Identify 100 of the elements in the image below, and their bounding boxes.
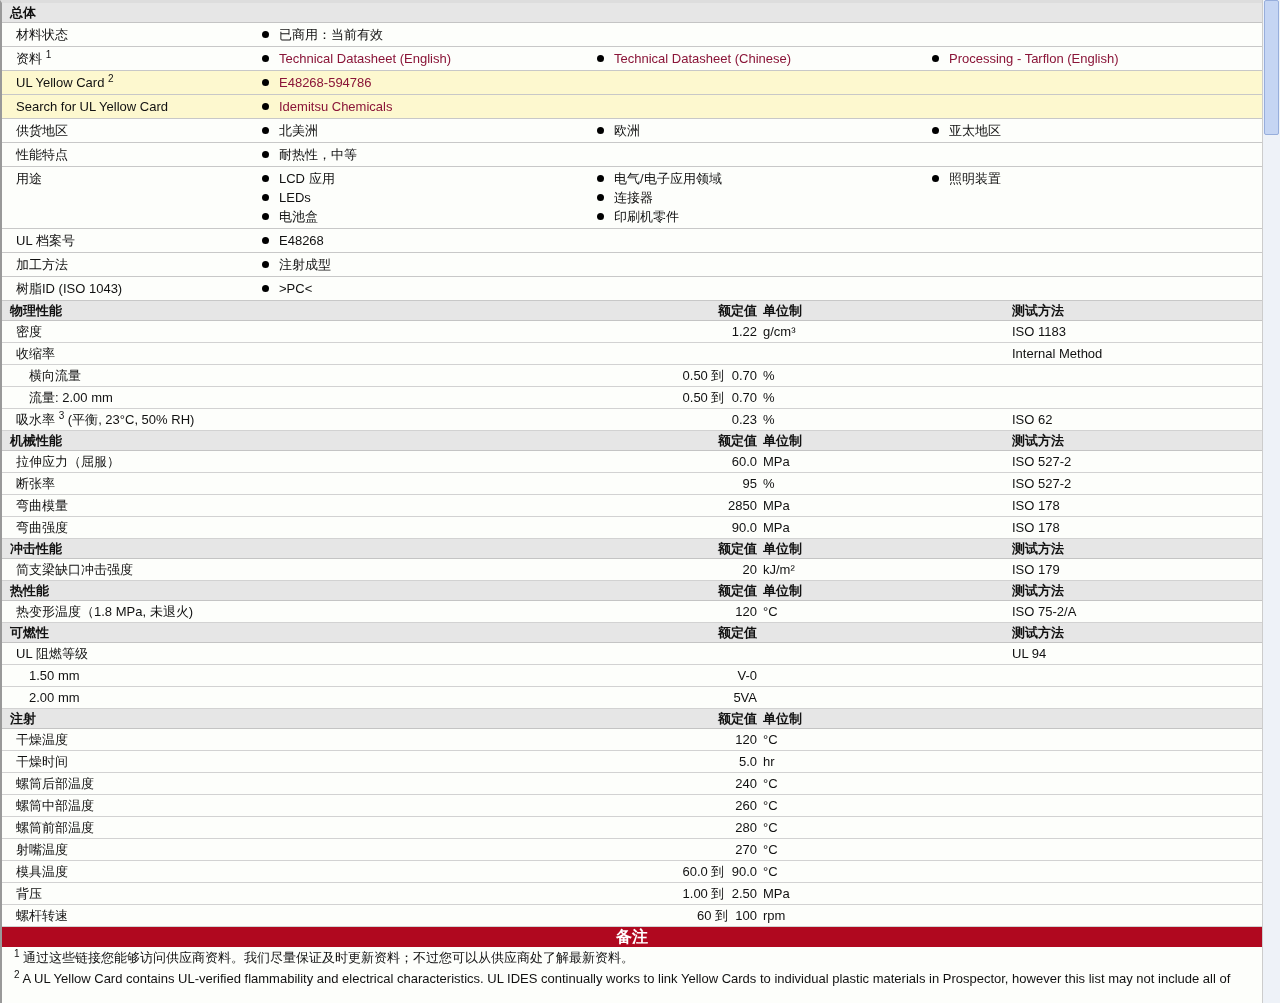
test-method: ISO 527-2 bbox=[1012, 454, 1072, 469]
item-text: 欧洲 bbox=[614, 122, 640, 140]
property-value: 0.50 到 0.70 bbox=[682, 368, 757, 383]
footnote: $^{2}$ A UL Yellow Card contains UL-verified flammability and electrical characteristics. UL IDES continually works to link Yellow Cards to individual plastic materials in Prospector, however this list may not include all of bbox=[13, 968, 1232, 988]
property-unit: °C bbox=[763, 732, 778, 747]
property-unit: % bbox=[763, 368, 775, 383]
property-unit: % bbox=[763, 390, 775, 405]
property-label: UL 档案号 bbox=[16, 233, 75, 248]
item-link[interactable]: Technical Datasheet (English) bbox=[279, 49, 451, 68]
property-unit: MPa bbox=[763, 498, 790, 513]
property-label: 断张率 bbox=[16, 476, 55, 491]
property-label: 简支梁缺口冲击强度 bbox=[16, 562, 133, 577]
property-label: 吸水率 $^{3}$ (平衡, 23°C, 50% RH) bbox=[16, 412, 195, 427]
section-title: 冲击性能 bbox=[10, 541, 62, 556]
property-label: 热变形温度（1.8 MPa, 未退火) bbox=[16, 604, 193, 619]
property-unit: °C bbox=[763, 864, 778, 879]
bullet-icon bbox=[262, 213, 269, 220]
test-method: ISO 75-2/A bbox=[1012, 604, 1077, 619]
column-heading: 额定值 bbox=[718, 625, 757, 640]
property-value: 1.00 到 2.50 bbox=[682, 886, 757, 901]
property-label: 树脂ID (ISO 1043) bbox=[16, 281, 123, 296]
property-label: 射嘴温度 bbox=[16, 842, 68, 857]
column-heading: 单位制 bbox=[763, 711, 802, 726]
property-value: 120 bbox=[735, 604, 757, 619]
property-unit: °C bbox=[763, 798, 778, 813]
property-label: 1.50 mm bbox=[29, 668, 80, 683]
property-label: 螺筒中部温度 bbox=[16, 798, 94, 813]
test-method: ISO 62 bbox=[1012, 412, 1053, 427]
item-text: 连接器 bbox=[614, 189, 653, 207]
property-value: 5.0 bbox=[738, 754, 757, 769]
column-heading: 单位制 bbox=[763, 433, 802, 448]
bullet-icon bbox=[597, 55, 604, 62]
property-label: 模具温度 bbox=[16, 864, 68, 879]
item-text: 耐热性，中等 bbox=[279, 146, 357, 164]
column-heading: 单位制 bbox=[763, 303, 802, 318]
column-heading: 测试方法 bbox=[1012, 625, 1064, 640]
scrollbar-thumb[interactable] bbox=[1264, 0, 1279, 135]
section-title: 可燃性 bbox=[10, 625, 49, 640]
property-label: 用途 bbox=[16, 171, 42, 186]
property-label: 螺筒前部温度 bbox=[16, 820, 94, 835]
property-value: 270 bbox=[735, 842, 757, 857]
notes-header: 备注 bbox=[2, 927, 1262, 947]
bullet-icon bbox=[262, 285, 269, 292]
section-title: 物理性能 bbox=[10, 303, 62, 318]
property-unit: kJ/m² bbox=[763, 562, 795, 577]
property-label: 收缩率 bbox=[16, 346, 55, 361]
property-unit: °C bbox=[763, 820, 778, 835]
property-value: 5VA bbox=[733, 690, 757, 705]
bullet-icon bbox=[262, 261, 269, 268]
property-label: 2.00 mm bbox=[29, 690, 80, 705]
item-text: 电池盒 bbox=[279, 208, 318, 226]
property-value: 2850 bbox=[728, 498, 757, 513]
item-text: LCD 应用 bbox=[279, 170, 335, 188]
section-title: 机械性能 bbox=[10, 433, 62, 448]
column-heading: 测试方法 bbox=[1012, 541, 1064, 556]
item-text: LEDs bbox=[279, 189, 311, 207]
property-unit: °C bbox=[763, 842, 778, 857]
property-unit: °C bbox=[763, 604, 778, 619]
bullet-icon bbox=[262, 237, 269, 244]
property-label: UL 阻燃等级 bbox=[16, 646, 88, 661]
bullet-icon bbox=[262, 79, 269, 86]
property-label: 资料 $^{1}$ bbox=[16, 51, 52, 66]
item-text: 亚太地区 bbox=[949, 122, 1001, 140]
section-title: 总体 bbox=[10, 5, 36, 20]
property-label: 性能特点 bbox=[16, 147, 68, 162]
property-label: 供货地区 bbox=[16, 123, 68, 138]
column-heading: 测试方法 bbox=[1012, 433, 1064, 448]
property-unit: g/cm³ bbox=[763, 324, 796, 339]
column-heading: 单位制 bbox=[763, 541, 802, 556]
column-heading: 额定值 bbox=[718, 711, 757, 726]
item-link[interactable]: Technical Datasheet (Chinese) bbox=[614, 49, 792, 68]
column-heading: 测试方法 bbox=[1012, 303, 1064, 318]
column-heading: 额定值 bbox=[718, 541, 757, 556]
property-label: 螺杆转速 bbox=[16, 908, 68, 923]
property-value: V-0 bbox=[737, 668, 757, 683]
item-link[interactable]: E48268-594786 bbox=[279, 73, 372, 92]
property-value: 280 bbox=[735, 820, 757, 835]
item-link[interactable]: Idemitsu Chemicals bbox=[279, 97, 393, 116]
property-value: 0.50 到 0.70 bbox=[682, 390, 757, 405]
property-value: 20 bbox=[742, 562, 757, 577]
property-value: 60.0 bbox=[731, 454, 757, 469]
property-value: 60 到 100 bbox=[697, 908, 757, 923]
property-label: 螺筒后部温度 bbox=[16, 776, 94, 791]
item-text: >PC< bbox=[279, 280, 313, 298]
test-method: ISO 1183 bbox=[1012, 324, 1066, 339]
property-label: 密度 bbox=[16, 324, 42, 339]
item-text: E48268 bbox=[279, 232, 324, 250]
item-text: 北美洲 bbox=[279, 122, 318, 140]
property-value: 0.23 bbox=[731, 412, 757, 427]
bullet-icon bbox=[262, 31, 269, 38]
scrollbar-track[interactable] bbox=[1262, 0, 1280, 1003]
property-unit: MPa bbox=[763, 454, 790, 469]
property-label: 弯曲模量 bbox=[16, 498, 68, 513]
property-value: 1.22 bbox=[731, 324, 757, 339]
test-method: ISO 178 bbox=[1012, 520, 1060, 535]
item-link[interactable]: Processing - Tarflon (English) bbox=[949, 49, 1119, 68]
bullet-icon bbox=[932, 55, 939, 62]
bullet-icon bbox=[262, 55, 269, 62]
property-value: 120 bbox=[735, 732, 757, 747]
item-text: 电气/电子应用领域 bbox=[614, 170, 722, 188]
